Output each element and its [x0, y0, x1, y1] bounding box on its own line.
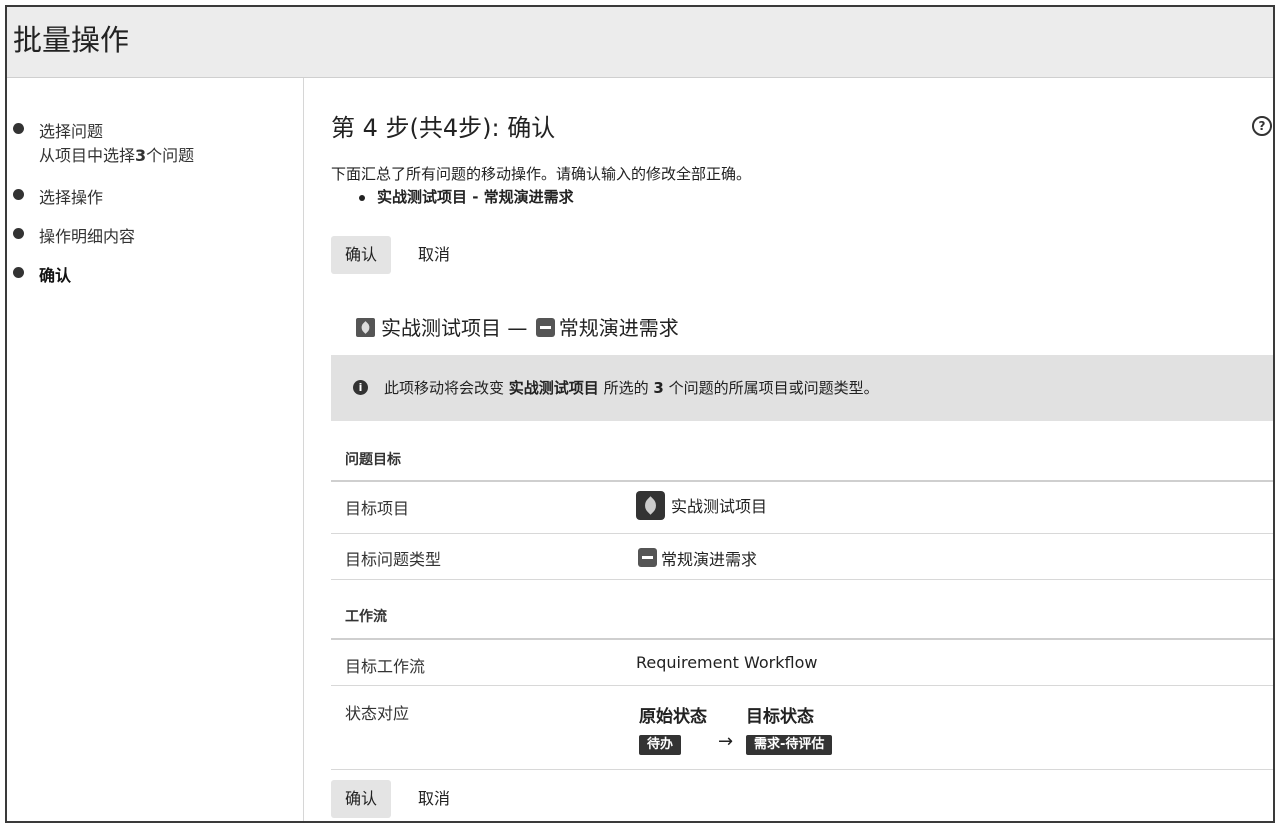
section-heading: 问题目标: [345, 452, 401, 468]
step-sublabel: 从项目中选择3个问题: [39, 146, 195, 165]
step-label: 选择问题: [39, 122, 104, 141]
confirm-button-bottom[interactable]: 确认: [331, 780, 392, 818]
section-issue-target: 问题目标: [331, 435, 1273, 482]
bulk-operation-window: 批量操作 选择问题 从项目中选择3个问题 选择操作 操作明细内容 确认 第 4 …: [5, 5, 1275, 823]
move-summary-heading: 实战测试项目 — 常规演进需求: [356, 312, 679, 341]
issue-type-icon: [638, 548, 657, 567]
row-label: 目标项目: [345, 499, 410, 518]
status-original-badge: 待办: [639, 735, 682, 755]
step-bullet-icon: [13, 189, 24, 200]
main-content: 第 4 步(共4步): 确认 ? 下面汇总了所有问题的移动操作。请确认输入的修改…: [304, 78, 1273, 821]
status-target-badge: 需求-待评估: [746, 735, 833, 755]
row-label: 状态对应: [345, 704, 410, 723]
cancel-button[interactable]: 取消: [404, 236, 464, 274]
row-label: 目标工作流: [345, 657, 426, 676]
page-header: 批量操作: [7, 7, 1273, 78]
step-label: 确认: [39, 266, 72, 285]
row-value: Requirement Workflow: [636, 653, 818, 672]
project-avatar-icon: [356, 318, 375, 337]
section-heading: 工作流: [345, 609, 387, 625]
step-bullet-icon: [13, 123, 24, 134]
row-target-project: 目标项目 实战测试项目: [331, 481, 1273, 534]
bullet-icon: [359, 194, 365, 201]
page-title: 批量操作: [13, 23, 130, 57]
info-icon: i: [353, 380, 368, 395]
step-label: 操作明细内容: [39, 227, 136, 246]
row-target-issue-type: 目标问题类型 常规演进需求: [331, 534, 1273, 580]
row-label: 目标问题类型: [345, 550, 442, 569]
row-value: 实战测试项目: [636, 491, 767, 520]
help-icon[interactable]: ?: [1252, 116, 1272, 136]
status-arrow-icon: →: [718, 731, 734, 752]
issue-type-icon: [535, 318, 555, 337]
info-message: i 此项移动将会改变 实战测试项目 所选的 3 个问题的所属项目或问题类型。: [331, 355, 1273, 421]
project-avatar-icon: [636, 491, 665, 520]
section-workflow: 工作流: [331, 580, 1273, 640]
row-target-workflow: 目标工作流 Requirement Workflow: [331, 639, 1273, 686]
summary-item: 实战测试项目 - 常规演进需求: [359, 186, 574, 207]
cancel-button-bottom[interactable]: 取消: [404, 780, 464, 818]
confirm-button[interactable]: 确认: [331, 236, 392, 274]
steps-sidebar: 选择问题 从项目中选择3个问题 选择操作 操作明细内容 确认: [7, 78, 304, 821]
status-original-header: 原始状态: [639, 707, 707, 727]
step-label: 选择操作: [39, 188, 104, 207]
step-title: 第 4 步(共4步): 确认: [331, 114, 556, 142]
status-target-header: 目标状态: [746, 707, 814, 727]
step-bullet-icon: [13, 228, 24, 239]
row-status-mapping: 状态对应 原始状态 目标状态 待办 → 需求-待评估: [331, 686, 1273, 770]
step-bullet-icon: [13, 267, 24, 278]
row-value: 常规演进需求: [636, 546, 757, 570]
info-text: 此项移动将会改变 实战测试项目 所选的 3 个问题的所属项目或问题类型。: [384, 379, 879, 397]
summary-description: 下面汇总了所有问题的移动操作。请确认输入的修改全部正确。: [331, 165, 752, 183]
